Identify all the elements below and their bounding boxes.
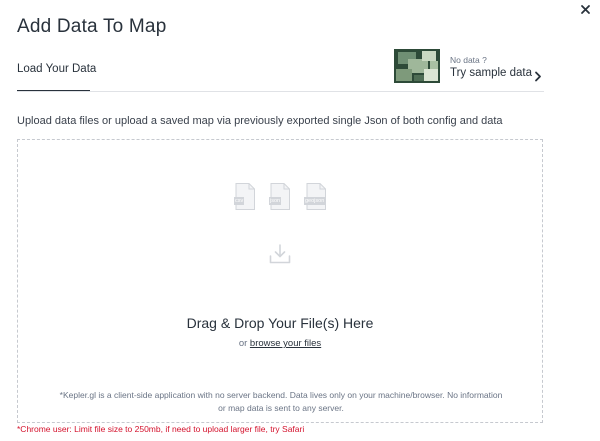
tab-load-your-data[interactable]: Load Your Data: [17, 63, 96, 75]
disclaimer-line-1: *Kepler.gl is a client-side application …: [59, 390, 503, 400]
sample-caption: No data ?: [450, 55, 487, 65]
chevron-right-icon[interactable]: [534, 69, 542, 82]
privacy-disclaimer: *Kepler.gl is a client-side application …: [28, 389, 534, 415]
or-text: or: [238, 338, 248, 349]
file-type-label: csv: [234, 197, 245, 205]
close-button[interactable]: [579, 3, 593, 17]
download-icon: [269, 244, 291, 264]
json-file-icon: json: [267, 183, 293, 210]
upload-description: Upload data files or upload a saved map …: [17, 115, 503, 127]
file-drop-zone[interactable]: csv json geojson Drag & Drop Your File(s…: [17, 139, 543, 423]
browse-files-link[interactable]: browse your files: [250, 338, 321, 349]
close-icon: [581, 5, 590, 14]
try-sample-data-link[interactable]: Try sample data: [450, 67, 532, 79]
geojson-file-icon: geojson: [303, 183, 329, 210]
csv-file-icon: csv: [232, 183, 258, 210]
chrome-file-size-warning: *Chrome user: Limit file size to 250mb, …: [17, 424, 305, 434]
drop-heading: Drag & Drop Your File(s) Here: [186, 315, 374, 331]
sample-data-thumbnail[interactable]: [394, 49, 440, 83]
file-type-label: geojson: [304, 197, 326, 205]
modal-title: Add Data To Map: [17, 16, 167, 37]
tab-divider: [17, 91, 544, 92]
disclaimer-line-2: or map data is sent to any server.: [218, 403, 344, 413]
browse-row: or browse your files: [18, 338, 542, 349]
file-type-label: json: [269, 197, 282, 205]
